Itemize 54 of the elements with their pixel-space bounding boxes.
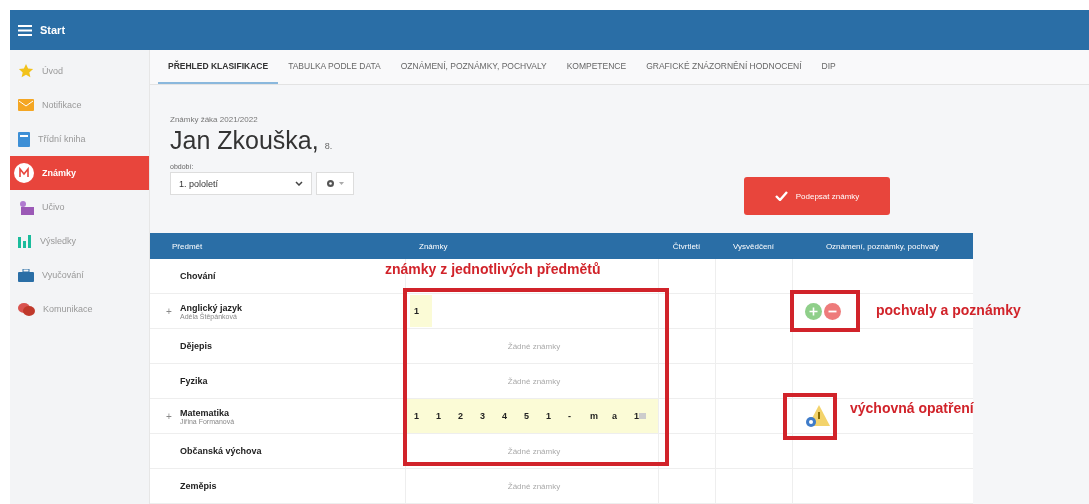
no-grades-text: Žádné známky	[506, 341, 562, 351]
tab[interactable]: GRAFICKÉ ZNÁZORNĚNÍ HODNOCENÍ	[636, 50, 812, 84]
chevron-down-icon	[295, 181, 303, 186]
checkmark-icon	[774, 191, 788, 201]
subject-name: Anglický jazyk	[180, 302, 243, 313]
annotation-text: výchovná opatření	[850, 400, 974, 416]
settings-icon	[326, 179, 335, 188]
highlight-frame	[783, 393, 837, 440]
subject-name: Zeměpis	[180, 481, 217, 491]
sidebar-item[interactable]: Známky	[10, 156, 149, 190]
subject-name: Občanská výchova	[180, 446, 262, 456]
briefcase-icon	[18, 268, 34, 282]
subject-name: Fyzika	[180, 376, 208, 386]
class-label: 8.	[324, 141, 333, 151]
menu-icon[interactable]	[18, 24, 32, 36]
star-icon	[18, 63, 34, 79]
tab[interactable]: TABULKA PODLE DATA	[278, 50, 391, 84]
no-grades-text: Žádné známky	[506, 481, 562, 491]
page-caption: Známky žáka 2021/2022	[170, 115, 259, 124]
subject-name: Chování	[180, 271, 216, 281]
grade[interactable]: 1	[410, 295, 432, 327]
no-grades-text: Žádné známky	[506, 446, 562, 456]
column-header: Vysvědčení	[731, 240, 776, 253]
minus-circle-icon[interactable]	[824, 302, 841, 320]
book-icon	[18, 131, 30, 147]
tab[interactable]: KOMPETENCE	[556, 50, 637, 84]
student-name: Jan Zkouška,	[170, 126, 319, 155]
subject-name: Matematika	[180, 407, 231, 418]
tab[interactable]: OZNÁMENÍ, POZNÁMKY, POCHVALY	[390, 50, 557, 84]
app-title: Start	[40, 24, 66, 36]
period-select[interactable]: 1. pololetí	[170, 172, 312, 195]
expand-toggle[interactable]: +	[166, 305, 174, 317]
warning-icon[interactable]	[805, 404, 831, 428]
column-header: Oznámení, poznámky, pochvaly	[824, 240, 941, 253]
settings-button[interactable]	[316, 172, 354, 195]
envelope-icon	[18, 99, 34, 111]
annotation-text: známky z jednotlivých předmětů	[385, 261, 601, 277]
expand-toggle[interactable]: +	[166, 410, 174, 422]
chat-icon	[18, 301, 35, 317]
bar-chart-icon	[18, 234, 32, 248]
caret-icon	[339, 182, 344, 185]
people-icon	[18, 199, 34, 215]
note-icon	[639, 413, 646, 419]
no-grades-text: Žádné známky	[506, 376, 562, 386]
grades-icon	[14, 163, 34, 183]
highlight-frame	[790, 290, 860, 332]
sign-grades-button[interactable]: Podepsat známky	[744, 177, 890, 215]
tab[interactable]: PŘEHLED KLASIFIKACE	[158, 50, 279, 84]
column-header: Předmět	[171, 240, 204, 253]
column-header: Známky	[418, 240, 449, 253]
subject-name: Dějepis	[180, 341, 212, 351]
annotation-text: pochvaly a poznámky	[876, 302, 1021, 318]
tab[interactable]: DIP	[811, 50, 846, 84]
column-header: Čtvrtletí	[671, 240, 702, 253]
